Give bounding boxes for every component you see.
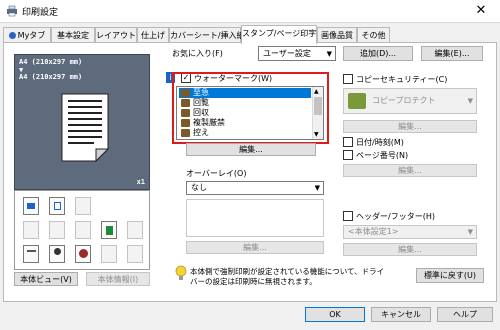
tab-label: スタンプ/ページ印字 xyxy=(242,29,317,38)
favorites-dropdown[interactable]: ユーザー設定 ▼ xyxy=(258,46,336,61)
tab-layout[interactable]: レイアウト xyxy=(95,27,137,43)
device-view-label: 本体ビュー(V) xyxy=(20,275,72,284)
document-icon xyxy=(23,245,39,263)
notice-text-line2: バーの設定は印刷時に無視されます。 xyxy=(190,277,317,286)
output-tray-icon xyxy=(75,197,91,215)
favorites-label: お気に入り(F) xyxy=(172,49,223,58)
favorites-value: ユーザー設定 xyxy=(263,49,311,58)
device-info-button[interactable]: 本体情報(I) xyxy=(86,272,150,286)
close-button[interactable]: ✕ xyxy=(466,0,496,22)
header-footer-label: ヘッダー/フッター(H) xyxy=(356,212,435,221)
mytab-icon xyxy=(8,32,16,39)
device-view-button[interactable]: 本体ビュー(V) xyxy=(14,272,78,286)
edit-favorite-button[interactable]: 編集(E)... xyxy=(421,46,483,61)
print-preview: A4 (210x297 mm) ▼ A4 (210x297 mm) x1 xyxy=(14,54,150,190)
stapler-icon xyxy=(49,221,65,239)
punch-icon xyxy=(75,221,91,239)
copy-security-edit-label: 編集... xyxy=(398,122,422,131)
overlay-value: なし xyxy=(191,183,207,192)
cancel-label: キャンセル xyxy=(381,310,421,319)
tab-mytab[interactable]: Myタブ xyxy=(3,27,51,43)
tab-label: 画像品質 xyxy=(321,31,353,40)
watermark-edit-label: 編集... xyxy=(239,145,263,154)
tab-label: Myタブ xyxy=(17,31,46,40)
tab-label: その他 xyxy=(361,31,386,40)
edit-favorite-label: 編集(E)... xyxy=(434,49,470,58)
copy-security-checkbox[interactable] xyxy=(343,74,353,84)
reset-defaults-button[interactable]: 標準に戻す(U) xyxy=(416,268,484,283)
box-icon xyxy=(127,245,143,263)
reset-defaults-label: 標準に戻す(U) xyxy=(423,271,477,280)
overlay-dropdown[interactable]: なし ▼ xyxy=(186,181,324,195)
device-options-panel xyxy=(14,190,150,270)
overlay-list[interactable] xyxy=(186,199,324,237)
tab-bar: Myタブ 基本設定 レイアウト 仕上げ カバーシート/挿入紙 スタンプ/ページ印… xyxy=(0,25,500,44)
date-time-label: 日付/時刻(M) xyxy=(356,138,404,147)
add-favorite-label: 追加(D)... xyxy=(359,49,397,58)
user-auth-icon xyxy=(49,245,65,263)
finisher-icon xyxy=(23,221,39,239)
stack-icon xyxy=(127,221,143,239)
chevron-down-icon: ▼ xyxy=(326,50,332,58)
ok-label: OK xyxy=(329,310,341,319)
page-number-checkbox[interactable] xyxy=(343,150,353,160)
header-footer-dropdown[interactable]: <本体設定1> ▼ xyxy=(343,225,477,239)
copy-security-dropdown[interactable]: コピープロテクト ▼ xyxy=(343,88,477,114)
overlay-edit-button[interactable]: 編集... xyxy=(186,241,324,254)
copy-security-edit-button[interactable]: 編集... xyxy=(343,120,477,133)
tab-image-quality[interactable]: 画像品質 xyxy=(317,27,357,43)
chevron-down-icon: ▼ xyxy=(314,184,320,192)
paper-tray-icon xyxy=(49,197,65,215)
date-time-checkbox[interactable] xyxy=(343,137,353,147)
lightbulb-icon xyxy=(175,265,187,280)
title-bar: 印刷設定 ✕ xyxy=(0,0,500,22)
page-number-edit-button[interactable]: 編集... xyxy=(343,164,477,177)
page-number-edit-label: 編集... xyxy=(398,166,422,175)
add-favorite-button[interactable]: 追加(D)... xyxy=(343,46,413,61)
close-icon: ✕ xyxy=(475,3,487,18)
ok-button[interactable]: OK xyxy=(305,307,365,322)
highlight-box xyxy=(172,72,329,144)
copy-security-value: コピープロテクト xyxy=(372,96,436,105)
help-label: ヘルプ xyxy=(453,310,477,319)
copies-count: x1 xyxy=(136,178,145,186)
watermark-edit-button[interactable]: 編集... xyxy=(186,143,316,156)
tab-label: レイアウト xyxy=(96,31,136,40)
copy-security-label: コピーセキュリティー(C) xyxy=(356,75,448,84)
tab-other[interactable]: その他 xyxy=(357,27,390,43)
header-footer-checkbox[interactable] xyxy=(343,211,353,221)
overlay-label: オーバーレイ(O) xyxy=(186,169,247,178)
header-footer-value: <本体設定1> xyxy=(348,227,399,236)
paper-size-output: A4 (210x297 mm) xyxy=(19,73,83,81)
input-tray-icon xyxy=(23,197,39,215)
tab-cover-sheet[interactable]: カバーシート/挿入紙 xyxy=(169,27,245,43)
help-button[interactable]: ヘルプ xyxy=(437,307,493,322)
copy-protect-icon xyxy=(348,93,366,109)
header-footer-edit-label: 編集... xyxy=(398,245,422,254)
tab-label: 仕上げ xyxy=(141,31,165,40)
hdd-icon xyxy=(101,245,117,263)
cancel-button[interactable]: キャンセル xyxy=(371,307,431,322)
paper-size-original: A4 (210x297 mm) xyxy=(19,58,83,66)
tab-stamp-page-print[interactable]: スタンプ/ページ印字 xyxy=(241,25,317,44)
page-number-label: ページ番号(N) xyxy=(356,151,409,160)
tab-label: カバーシート/挿入紙 xyxy=(170,31,245,40)
tab-label: 基本設定 xyxy=(57,31,89,40)
overlay-edit-label: 編集... xyxy=(243,243,267,252)
printer-icon xyxy=(7,5,17,17)
device-info-label: 本体情報(I) xyxy=(97,275,139,284)
header-footer-edit-button[interactable]: 編集... xyxy=(343,243,477,256)
chevron-down-icon: ▼ xyxy=(467,97,473,105)
page-preview-icon xyxy=(61,93,110,163)
booklet-icon xyxy=(101,221,117,239)
tab-finishing[interactable]: 仕上げ xyxy=(137,27,169,43)
tab-basic[interactable]: 基本設定 xyxy=(51,27,95,43)
window-title: 印刷設定 xyxy=(22,8,59,18)
chevron-down-icon: ▼ xyxy=(467,228,473,236)
account-track-icon xyxy=(75,245,91,263)
